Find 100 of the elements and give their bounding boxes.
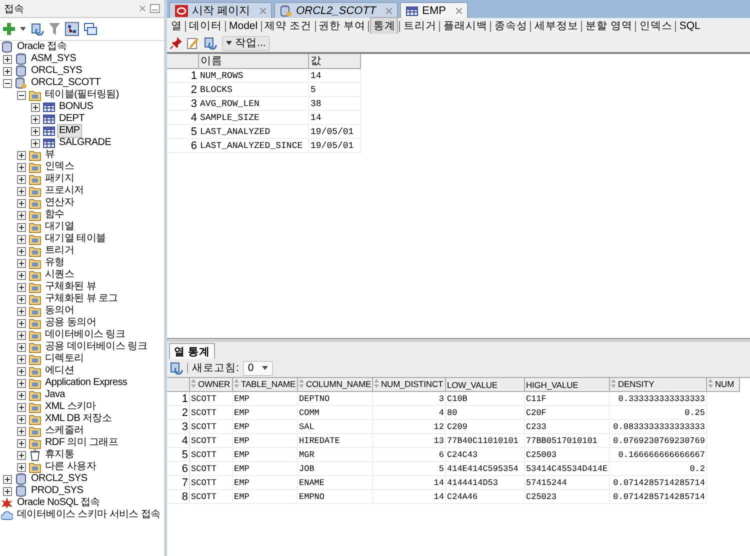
sub-tab[interactable]: 통계 [370, 17, 398, 35]
expand-toggle[interactable] [31, 102, 40, 112]
expand-toggle[interactable] [31, 114, 40, 124]
tree-item[interactable]: 에디션 [44, 365, 76, 377]
caret-icon[interactable] [20, 27, 26, 31]
pin-icon[interactable] [170, 37, 182, 49]
expand-toggle[interactable] [17, 258, 26, 268]
tree-item[interactable]: 프로시저 [44, 185, 85, 197]
expand-toggle[interactable] [17, 270, 26, 280]
schema-browser-icon[interactable] [65, 22, 79, 36]
expand-toggle[interactable] [17, 438, 26, 448]
expand-toggle[interactable] [17, 174, 26, 184]
tree-item[interactable]: XML DB 저장소 [44, 413, 113, 425]
tree-item[interactable]: 데이터베이스 링크 [44, 329, 126, 341]
expand-toggle[interactable] [17, 282, 26, 292]
sub-tab[interactable]: 권한 부여 [316, 18, 368, 34]
expand-toggle[interactable] [17, 162, 26, 172]
column-header[interactable]: LOW_VALUE [446, 378, 524, 392]
sub-tab[interactable]: 열 [169, 18, 184, 34]
sub-tab[interactable]: 제약 조건 [262, 18, 314, 34]
expand-toggle[interactable] [17, 414, 26, 424]
tree-item[interactable]: 데이터베이스 스키마 서비스 접속 [16, 509, 162, 521]
tree-item[interactable]: 공용 동의어 [44, 317, 97, 329]
refresh-icon[interactable] [204, 36, 217, 50]
tree-item[interactable]: Application Express [44, 377, 128, 389]
sub-tab[interactable]: 플래시백 [441, 18, 490, 34]
expand-toggle[interactable] [17, 210, 26, 220]
editor-tab[interactable]: ORCL2_SCOTT [274, 2, 398, 18]
tree-item[interactable]: XML 스키마 [44, 401, 97, 413]
expand-toggle[interactable] [3, 78, 12, 88]
column-header[interactable]: DENSITY [610, 378, 706, 392]
tree-item[interactable]: 연산자 [44, 197, 76, 209]
expand-toggle[interactable] [17, 318, 26, 328]
add-icon[interactable] [3, 23, 15, 35]
column-header[interactable]: HIGH_VALUE [524, 378, 610, 392]
tree-item[interactable]: PROD_SYS [30, 485, 84, 497]
column-header[interactable]: TABLE_NAME [232, 378, 298, 392]
tree-item[interactable]: 다른 사용자 [44, 461, 97, 473]
expand-toggle[interactable] [17, 462, 26, 472]
tree-item[interactable]: 구체화된 뷰 로그 [44, 293, 119, 305]
tree-item[interactable]: BONUS [58, 101, 94, 113]
window-icon[interactable] [84, 23, 97, 35]
tree-item[interactable]: 트리거 [44, 245, 76, 257]
column-header[interactable]: 이름 [198, 54, 308, 68]
tree-item[interactable]: Java [44, 389, 66, 401]
sub-tab[interactable]: 종속성 [492, 18, 530, 34]
tree-item[interactable]: 스케줄러 [44, 425, 85, 437]
expand-toggle[interactable] [17, 342, 26, 352]
expand-toggle[interactable] [17, 234, 26, 244]
tree-item[interactable]: Oracle 접속 [16, 41, 68, 53]
minimize-icon[interactable] [150, 4, 160, 13]
editor-tab[interactable]: EMP [400, 2, 468, 18]
column-header[interactable]: OWNER [190, 378, 232, 392]
expand-toggle[interactable] [17, 186, 26, 196]
sub-tab[interactable]: 분할 영역 [583, 18, 634, 34]
tree-item[interactable]: ORCL2_SCOTT [30, 77, 102, 89]
expand-toggle[interactable] [17, 450, 26, 460]
refresh-icon[interactable] [31, 22, 44, 36]
expand-toggle[interactable] [17, 354, 26, 364]
actions-menu[interactable]: 작업... [222, 36, 270, 50]
tree-item[interactable]: 휴지통 [44, 449, 76, 461]
tree-item[interactable]: 대기열 테이블 [44, 233, 107, 245]
tree-item[interactable]: 구체화된 뷰 [44, 281, 97, 293]
expand-toggle[interactable] [17, 198, 26, 208]
column-header[interactable]: NUM [706, 378, 740, 392]
sub-tab[interactable]: 인덱스 [637, 18, 674, 34]
sub-tab[interactable]: 세부정보 [532, 18, 580, 34]
tree-item[interactable]: RDF 의미 그래프 [44, 437, 120, 449]
expand-toggle[interactable] [17, 378, 26, 388]
tree-item[interactable]: 패키지 [44, 173, 76, 185]
tree-item[interactable]: 동의어 [44, 305, 76, 317]
tree-item[interactable]: EMP [58, 125, 81, 137]
expand-toggle[interactable] [17, 246, 26, 256]
tree-item[interactable]: DEPT [58, 113, 86, 125]
tree-item[interactable]: 디렉토리 [44, 353, 85, 365]
tree-item[interactable]: 인덱스 [44, 161, 76, 173]
sub-tab[interactable]: SQL [677, 19, 702, 33]
sub-tab[interactable]: 트리거 [401, 18, 438, 34]
refresh-icon[interactable] [170, 362, 183, 374]
expand-toggle[interactable] [17, 306, 26, 316]
filter-icon[interactable] [49, 23, 60, 35]
editor-tab[interactable]: 시작 페이지 [169, 2, 272, 18]
expand-toggle[interactable] [17, 150, 26, 160]
tree-item[interactable]: 뷰 [44, 149, 56, 161]
tree-item[interactable]: 공용 데이터베이스 링크 [44, 341, 148, 353]
expand-toggle[interactable] [17, 390, 26, 400]
expand-toggle[interactable] [3, 54, 12, 64]
expand-toggle[interactable] [17, 222, 26, 232]
refresh-dropdown[interactable]: 0 [242, 360, 273, 376]
tree-item[interactable]: SALGRADE [58, 137, 112, 149]
tree-item[interactable]: 대기열 [44, 221, 76, 233]
expand-toggle[interactable] [3, 66, 12, 76]
edit-icon[interactable] [187, 37, 199, 49]
tree-item[interactable]: 함수 [44, 209, 66, 221]
expand-toggle[interactable] [17, 294, 26, 304]
expand-toggle[interactable] [17, 330, 26, 340]
tree-item[interactable]: 유형 [44, 257, 66, 269]
tree-item[interactable]: Oracle NoSQL 접속 [16, 497, 101, 509]
column-header[interactable]: 값 [308, 54, 360, 68]
expand-toggle[interactable] [17, 426, 26, 436]
